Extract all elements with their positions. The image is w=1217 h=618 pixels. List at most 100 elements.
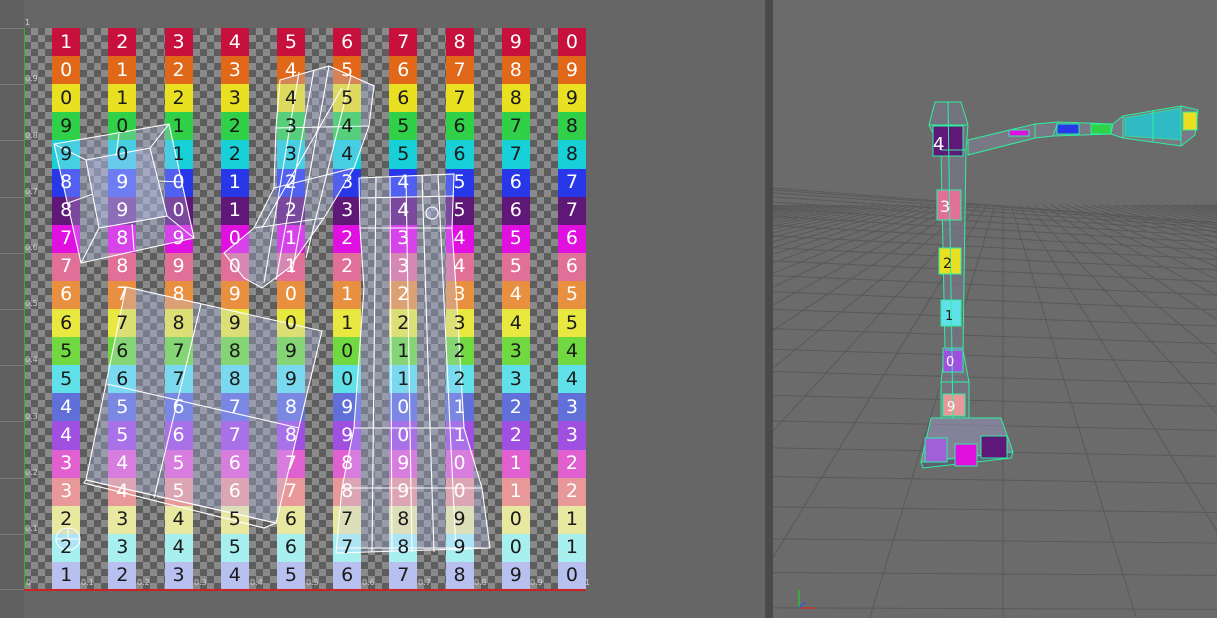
uv-grid-number: 7 — [284, 480, 297, 503]
uv-grid-number: 1 — [453, 423, 466, 446]
uv-checker-cell — [361, 449, 390, 478]
uv-checker-cell — [192, 140, 221, 169]
uv-grid-cell: 5 — [52, 337, 81, 366]
uv-grid-number: 2 — [172, 58, 185, 81]
uv-grid-number: 0 — [397, 395, 410, 418]
uv-grid-cell: 7 — [501, 112, 530, 141]
uv-grid-cell: 6 — [108, 365, 137, 394]
uv-grid-number: 6 — [565, 227, 578, 250]
uv-grid-number: 7 — [565, 199, 578, 222]
uv-grid-number: 0 — [397, 423, 410, 446]
uv-grid-number: 1 — [284, 227, 297, 250]
uv-grid-number: 2 — [397, 311, 410, 334]
uv-grid-number: 4 — [284, 86, 297, 109]
uv-editor-panel[interactable]: 1234567890012345678901234567899012345678… — [0, 0, 765, 618]
uv-grid-number: 4 — [284, 58, 297, 81]
uv-grid-number: 3 — [228, 58, 241, 81]
lamp-post-mesh[interactable]: 4 3 2 1 0 9 — [773, 0, 1217, 618]
uv-grid-number: 7 — [509, 142, 522, 165]
uv-grid-number: 4 — [341, 142, 354, 165]
uv-grid-cell: 6 — [220, 477, 249, 506]
uv-checker-cell — [136, 533, 165, 562]
uv-checker-cell — [248, 393, 277, 422]
uv-grid-number: 3 — [60, 452, 73, 475]
uv-grid-cell: 6 — [333, 28, 362, 57]
uv-grid-number: 4 — [228, 564, 241, 587]
uv-grid-cell: 5 — [333, 56, 362, 85]
uv-grid-cell: 4 — [389, 196, 418, 225]
uv-checker-cell — [473, 477, 502, 506]
uv-grid-cell: 9 — [557, 84, 586, 113]
model-uv-label: 3 — [940, 197, 950, 216]
uv-grid-number: 1 — [116, 86, 129, 109]
uv-grid-number: 7 — [453, 86, 466, 109]
uv-checker-cell — [529, 477, 558, 506]
uv-checker-texture[interactable]: 1 2 3 4 5 6 7 8 9 0 0 1 2 3 4 5 6 7 8 9 0 1 2 3 4 5 6 7 8 9 9 0 1 2 3 4 5 6 7 8… — [24, 28, 586, 590]
uv-grid-cell: 5 — [52, 365, 81, 394]
uv-grid-number: 7 — [116, 283, 129, 306]
uv-grid-number: 8 — [116, 255, 129, 278]
uv-checker-cell — [248, 477, 277, 506]
uv-checker-cell — [529, 112, 558, 141]
uv-grid-cell: 1 — [557, 505, 586, 534]
uv-grid-number: 4 — [453, 255, 466, 278]
uv-checker-cell — [361, 224, 390, 253]
uv-grid-cell: 2 — [276, 196, 305, 225]
uv-grid-cell: 8 — [445, 28, 474, 57]
uv-grid-cell: 1 — [220, 196, 249, 225]
uv-grid-cell: 8 — [557, 112, 586, 141]
uv-grid-cell: 9 — [557, 56, 586, 85]
uv-grid-cell: 9 — [389, 449, 418, 478]
uv-checker-cell — [417, 196, 446, 225]
uv-grid-cell: 5 — [276, 28, 305, 57]
uv-checker-cell — [473, 140, 502, 169]
uv-grid-cell: 3 — [501, 337, 530, 366]
uv-grid-number: 6 — [228, 452, 241, 475]
uv-checker-cell — [529, 28, 558, 57]
uv-checker-cell — [361, 84, 390, 113]
uv-grid-number: 6 — [116, 339, 129, 362]
panel-splitter[interactable] — [765, 0, 773, 618]
uv-checker-cell — [473, 505, 502, 534]
uv-checker-cell — [80, 168, 109, 197]
uv-checker-cell — [80, 280, 109, 309]
uv-checker-cell — [417, 252, 446, 281]
uv-checker-cell — [417, 421, 446, 450]
uv-grid-number: 6 — [453, 142, 466, 165]
uv-grid-number: 6 — [60, 311, 73, 334]
uv-grid-cell: 9 — [52, 112, 81, 141]
uv-grid-cell: 1 — [557, 533, 586, 562]
uv-grid-cell: 1 — [276, 252, 305, 281]
uv-checker-cell — [305, 280, 334, 309]
v-tick: 0.1 — [25, 524, 38, 533]
model-uv-label: 4 — [933, 134, 944, 155]
uv-grid-number: 2 — [565, 480, 578, 503]
uv-grid-number: 8 — [284, 423, 297, 446]
uv-grid-cell: 5 — [108, 393, 137, 422]
uv-checker-cell — [136, 365, 165, 394]
uv-grid-cell: 6 — [52, 280, 81, 309]
uv-grid-cell: 1 — [333, 280, 362, 309]
uv-grid-cell: 5 — [220, 533, 249, 562]
uv-grid-number: 2 — [341, 255, 354, 278]
uv-checker-cell — [248, 533, 277, 562]
uv-grid-cell: 1 — [220, 168, 249, 197]
uv-grid-number: 1 — [172, 142, 185, 165]
uv-grid-number: 9 — [172, 227, 185, 250]
uv-checker-cell — [248, 224, 277, 253]
uv-checker-cell — [248, 56, 277, 85]
uv-grid-number: 9 — [565, 58, 578, 81]
uv-grid-cell: 6 — [445, 140, 474, 169]
uv-grid-cell: 2 — [276, 168, 305, 197]
uv-checker-cell — [192, 84, 221, 113]
perspective-viewport[interactable]: 4 3 2 1 0 9 — [773, 0, 1217, 618]
uv-checker-cell — [305, 140, 334, 169]
model-uv-label: 9 — [947, 400, 955, 415]
uv-checker-cell — [136, 393, 165, 422]
uv-checker-cell — [529, 84, 558, 113]
uv-grid-number: 5 — [341, 86, 354, 109]
uv-grid-cell: 7 — [164, 365, 193, 394]
uv-checker-cell — [473, 337, 502, 366]
uv-grid-cell: 8 — [276, 421, 305, 450]
uv-checker-cell — [80, 421, 109, 450]
